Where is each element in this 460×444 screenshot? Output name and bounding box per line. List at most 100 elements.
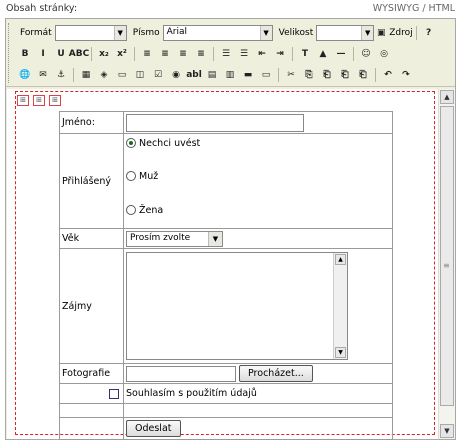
toolbar-button-icon[interactable]: ▭ (257, 66, 275, 84)
toolbar-button-icon[interactable]: ≡ (192, 45, 210, 63)
toolbar-button-icon[interactable]: ▥ (221, 66, 239, 84)
chevron-down-icon: ▼ (361, 26, 374, 40)
zajmy-textarea[interactable]: ▲ ▼ (126, 252, 348, 360)
radio-option-1[interactable]: Nechci uvést (126, 135, 390, 168)
size-label: Velikost (278, 28, 314, 38)
toolbar-button-icon[interactable]: ⇥ (271, 45, 289, 63)
submit-button[interactable]: Odeslat (126, 420, 181, 437)
toolbar-button-icon[interactable]: ◎ (375, 45, 393, 63)
scroll-thumb[interactable] (440, 106, 454, 406)
toolbar-button-icon[interactable]: ⚓ (52, 66, 70, 84)
toolbar-button-icon[interactable]: U (52, 45, 70, 63)
toolbar-row-1: Formát ▼ Písmo Arial ▼ Velikost ▼ ▣ Zdro… (16, 23, 438, 43)
toolbar-button-icon[interactable]: ⇤ (253, 45, 271, 63)
vek-cell: Prosím zvolte ▼ (123, 228, 393, 249)
separator (375, 68, 376, 82)
size-select[interactable]: ▼ (316, 25, 375, 41)
radio-button[interactable] (126, 138, 136, 148)
toolbar-button-icon[interactable]: ✂ (282, 66, 300, 84)
scroll-up-icon[interactable]: ▲ (335, 254, 346, 265)
scroll-down-icon[interactable]: ▼ (335, 347, 346, 358)
consent-cell (59, 383, 124, 404)
separator (73, 68, 74, 82)
toolbar-button-icon[interactable]: ☰ (217, 45, 235, 63)
rich-text-editor: Formát ▼ Písmo Arial ▼ Velikost ▼ ▣ Zdro… (5, 18, 456, 440)
grip-icon: ≡ (443, 261, 450, 270)
toolbar-button-icon[interactable]: ≡ (174, 45, 192, 63)
textarea-scrollbar[interactable]: ▲ ▼ (333, 253, 347, 359)
scroll-down-icon[interactable]: ▼ (440, 424, 454, 438)
separator (91, 47, 92, 61)
toolbar-button-icon[interactable]: ☰ (235, 45, 253, 63)
zajmy-label: Zájmy (59, 248, 124, 364)
scroll-up-icon[interactable]: ▲ (440, 90, 454, 104)
toolbar-button-icon[interactable]: ↷ (397, 66, 415, 84)
toolbar-button-icon[interactable]: ☺ (357, 45, 375, 63)
separator (134, 47, 135, 61)
toolbar-button-icon[interactable]: ▦ (77, 66, 95, 84)
source-button[interactable]: Zdroj (389, 28, 412, 38)
toolbar-button-icon[interactable]: ▬ (239, 66, 257, 84)
help-button[interactable]: ? (420, 24, 438, 42)
radio-button[interactable] (126, 171, 136, 181)
radio-option-3[interactable]: Žena (126, 200, 390, 228)
jmeno-input[interactable] (126, 113, 304, 132)
table-tool-icon[interactable]: ⊞ (33, 95, 45, 106)
editor-toolbar: Formát ▼ Písmo Arial ▼ Velikost ▼ ▣ Zdro… (6, 19, 455, 87)
toolbar-button-icon[interactable]: abl (185, 66, 203, 84)
toolbar-button-icon[interactable]: ≡ (138, 45, 156, 63)
browse-button[interactable]: Procházet... (239, 365, 313, 382)
table-row: Zájmy ▲ ▼ (59, 248, 393, 364)
toolbar-button-icon[interactable]: ⎗ (318, 66, 336, 84)
table-row: Přihlášený Nechci uvést Muž Žena (59, 133, 393, 229)
toolbar-button-icon[interactable]: B (16, 45, 34, 63)
vek-label: Věk (59, 228, 124, 249)
toolbar-button-icon[interactable]: — (332, 45, 350, 63)
toolbar-button-icon[interactable]: x₂ (95, 45, 113, 63)
table-row: Odeslat (59, 417, 393, 440)
toolbar-button-icon[interactable]: ◈ (95, 66, 113, 84)
chevron-down-icon: ▼ (113, 26, 126, 40)
format-select[interactable]: ▼ (54, 25, 127, 41)
toolbar-button-icon[interactable]: I (34, 45, 52, 63)
toolbar-button-icon[interactable]: ◫ (131, 66, 149, 84)
toolbar-button-icon[interactable]: ⎗ (354, 66, 372, 84)
zajmy-cell: ▲ ▼ (123, 248, 393, 364)
toolbar-button-icon[interactable]: ⎗ (336, 66, 354, 84)
radio-cell: Nechci uvést Muž Žena (123, 133, 393, 229)
font-value: Arial (166, 27, 187, 37)
toolbar-grip[interactable] (8, 23, 11, 83)
toolbar-button-icon[interactable]: ⎘ (300, 66, 318, 84)
vek-value: Prosím zvolte (130, 232, 191, 243)
toolbar-button-icon[interactable]: T (296, 45, 314, 63)
font-select[interactable]: Arial ▼ (162, 25, 273, 41)
toolbar-button-icon[interactable]: x² (113, 45, 131, 63)
toolbar-button-icon[interactable]: ✉ (34, 66, 52, 84)
consent-checkbox[interactable] (109, 388, 119, 399)
toolbar-button-icon[interactable]: ≡ (156, 45, 174, 63)
separator (213, 47, 214, 61)
toolbar-button-icon[interactable]: ABC (69, 45, 89, 63)
toolbar-row-2: B I U ABC x₂ x² ≡ ≡ ≡ ≡ ☰ ☰ ⇤ ⇥ T ▲ — ☺ ◎ (16, 44, 393, 64)
table-tool-icon[interactable]: ⊞ (17, 95, 29, 106)
radio-option-2[interactable]: Muž (126, 168, 390, 200)
toolbar-button-icon[interactable]: ☑ (149, 66, 167, 84)
editor-content[interactable]: ⊞ ⊞ ⊞ Jméno: Přihlášený Nechci uvést Muž (7, 89, 438, 440)
toolbar-button-icon[interactable]: ◉ (167, 66, 185, 84)
vek-select[interactable]: Prosím zvolte ▼ (126, 230, 223, 247)
toolbar-button-icon[interactable]: ↶ (379, 66, 397, 84)
table-row: Jméno: (59, 111, 393, 134)
toolbar-button-icon[interactable]: ▭ (113, 66, 131, 84)
toolbar-button-icon[interactable]: ▲ (314, 45, 332, 63)
table-tool-icon[interactable]: ⊞ (49, 95, 61, 106)
toolbar-button-icon[interactable]: 🌐 (16, 66, 34, 84)
source-icon[interactable]: ▣ (374, 24, 388, 42)
toolbar-button-icon[interactable]: ▤ (203, 66, 221, 84)
separator (415, 26, 417, 40)
radio-label: Žena (139, 204, 164, 216)
mode-switch-link[interactable]: WYSIWYG / HTML (373, 3, 455, 14)
editor-scrollbar[interactable]: ▲ ≡ ▼ (438, 89, 455, 439)
empty-cell (59, 403, 124, 418)
radio-button[interactable] (126, 205, 136, 215)
file-input[interactable] (126, 365, 236, 382)
